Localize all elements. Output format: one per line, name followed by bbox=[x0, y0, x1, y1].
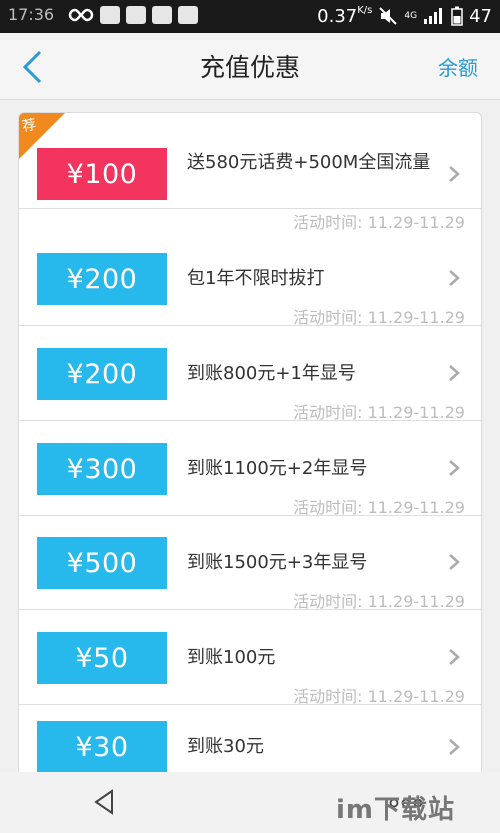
app-header: 充值优惠 余额 bbox=[0, 33, 500, 100]
offer-row-200-a[interactable]: ¥200 包1年不限时拔打 活动时间: 11.29-11.29 bbox=[19, 230, 481, 327]
balance-link[interactable]: 余额 bbox=[438, 52, 478, 81]
offer-description: 送580元话费+500M全国流量 bbox=[187, 152, 431, 173]
page-title: 充值优惠 bbox=[199, 53, 300, 82]
chevron-right-icon bbox=[449, 554, 460, 570]
offer-description: 包1年不限时拔打 bbox=[187, 268, 325, 289]
network-speed: 0.37K/s bbox=[317, 5, 373, 27]
chevron-right-icon bbox=[449, 739, 460, 755]
offer-row-500[interactable]: ¥500 到账1500元+3年显号 活动时间: 11.29-11.29 bbox=[19, 514, 481, 611]
paw-app-icon-2 bbox=[152, 6, 172, 24]
battery-icon bbox=[451, 6, 463, 26]
qq-icon bbox=[178, 6, 198, 24]
offer-description: 到账30元 bbox=[187, 736, 264, 757]
price-tag: ¥30 bbox=[37, 721, 167, 773]
chevron-right-icon bbox=[449, 270, 460, 286]
signal-icon bbox=[424, 8, 443, 24]
offer-description: 到账1500元+3年显号 bbox=[187, 552, 368, 573]
price-tag: ¥200 bbox=[37, 253, 167, 305]
offer-list: ¥100 送580元话费+500M全国流量 活动时间: 11.29-11.29 … bbox=[18, 112, 482, 784]
chevron-right-icon bbox=[449, 460, 460, 476]
offer-description: 到账800元+1年显号 bbox=[187, 363, 356, 384]
offer-row-300[interactable]: ¥300 到账1100元+2年显号 活动时间: 11.29-11.29 bbox=[19, 420, 481, 517]
status-bar: 17:36 0.37K/s 4G 47 bbox=[0, 0, 500, 33]
chevron-right-icon bbox=[449, 365, 460, 381]
price-tag: ¥300 bbox=[37, 443, 167, 495]
price-tag: ¥500 bbox=[37, 537, 167, 589]
notification-icons bbox=[68, 6, 198, 24]
mute-icon bbox=[379, 7, 398, 25]
offer-row-200-b[interactable]: ¥200 到账800元+1年显号 活动时间: 11.29-11.29 bbox=[19, 325, 481, 422]
offer-description: 到账100元 bbox=[187, 647, 276, 668]
paw-app-icon bbox=[126, 6, 146, 24]
nav-back-icon[interactable] bbox=[92, 788, 116, 816]
photo-app-icon bbox=[100, 6, 120, 24]
price-tag: ¥200 bbox=[37, 348, 167, 400]
chevron-right-icon bbox=[449, 649, 460, 665]
back-chevron-icon[interactable] bbox=[18, 49, 48, 85]
offer-row-100[interactable]: ¥100 送580元话费+500M全国流量 活动时间: 11.29-11.29 bbox=[19, 113, 481, 232]
chevron-right-icon bbox=[449, 166, 460, 182]
loop-icon bbox=[68, 6, 94, 24]
offer-row-50[interactable]: ¥50 到账100元 活动时间: 11.29-11.29 bbox=[19, 609, 481, 706]
network-type: 4G bbox=[404, 11, 418, 21]
offer-description: 到账1100元+2年显号 bbox=[187, 458, 368, 479]
price-tag: ¥50 bbox=[37, 632, 167, 684]
battery-level: 47 bbox=[469, 5, 492, 27]
watermark: im下载站 bbox=[336, 795, 456, 825]
